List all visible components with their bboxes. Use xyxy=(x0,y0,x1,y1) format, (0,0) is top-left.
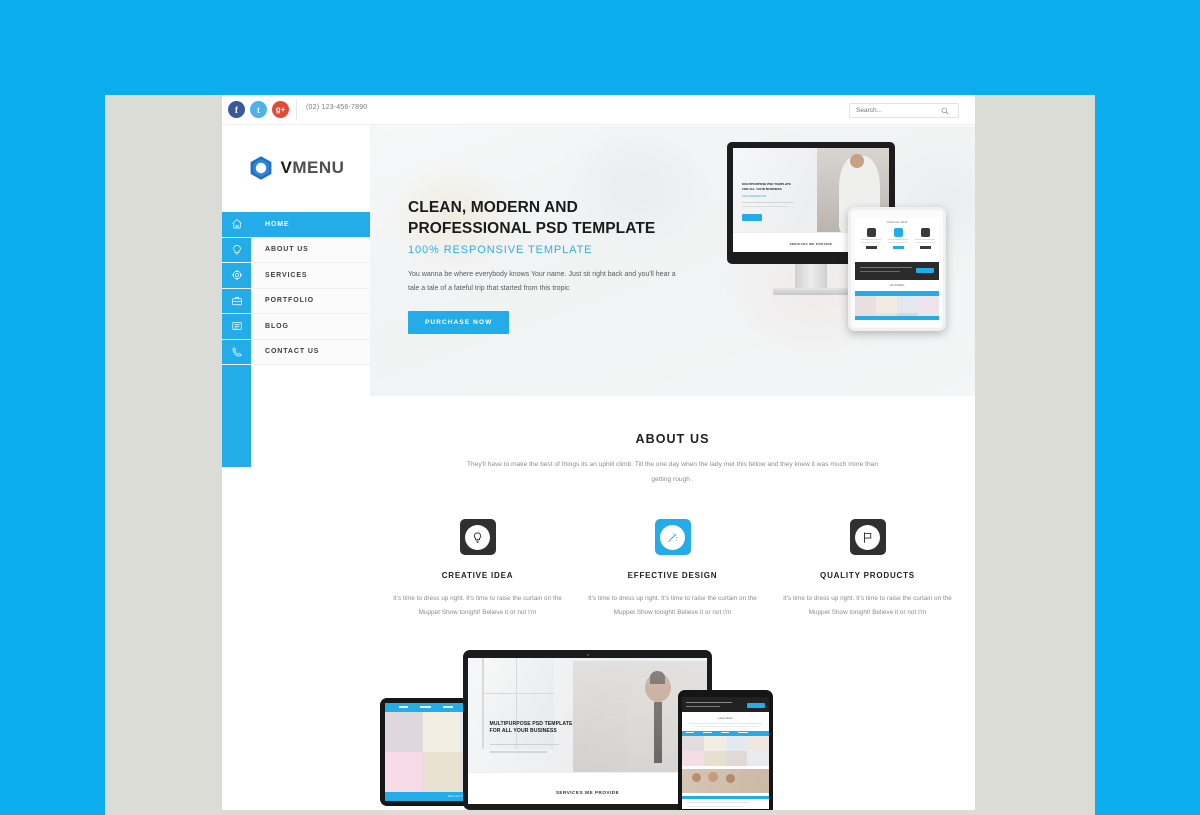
hero-title-line-1: CLEAN, MODERN AND xyxy=(408,199,578,216)
search-input[interactable] xyxy=(850,107,938,114)
sidebar-item-label: BLOG xyxy=(265,322,289,330)
showcase-section-label: SERVICES WE PROVIDE xyxy=(555,790,620,796)
mockup-headline: MULTIPURPOSE PSD TEMPLATE FOR ALL YOUR B… xyxy=(742,182,791,191)
search-icon[interactable] xyxy=(938,107,952,115)
feature-effective-design: EFFECTIVE DESIGN It's time to dress up r… xyxy=(575,519,770,620)
sidebar-item-label: HOME xyxy=(265,220,290,228)
feature-list: CREATIVE IDEA It's time to dress up righ… xyxy=(370,519,975,620)
phone-number: (02) 123-456-7890 xyxy=(306,104,368,111)
divider xyxy=(296,99,297,120)
briefcase-icon xyxy=(222,288,251,313)
sidebar-item-contact-us[interactable]: CONTACT US xyxy=(222,339,370,365)
desktop-mockup: MULTIPURPOSE PSD TEMPLATE FOR ALL YOUR B… xyxy=(463,650,712,810)
lightbulb-icon xyxy=(222,237,251,262)
hero-subtitle: 100% RESPONSIVE TEMPLATE xyxy=(408,244,593,257)
main-navigation: HOME ABOUT US SERVICES PORTFOLIO BLOG CO… xyxy=(222,212,370,467)
search-box[interactable] xyxy=(849,103,959,118)
website-canvas: f t g+ (02) 123-456-7890 VMENU xyxy=(222,95,975,810)
feature-icon-tile[interactable] xyxy=(849,519,886,555)
sidebar-item-services[interactable]: SERVICES xyxy=(222,263,370,289)
feature-description: It's time to dress up right. It's time t… xyxy=(783,595,952,617)
feature-icon-tile[interactable] xyxy=(654,519,691,555)
feature-quality-products: QUALITY PRODUCTS It's time to dress up r… xyxy=(770,519,965,620)
hero-banner: MULTIPURPOSE PSD TEMPLATE FOR ALL YOUR B… xyxy=(370,126,975,396)
top-utility-bar: f t g+ (02) 123-456-7890 xyxy=(222,95,975,125)
feature-title: CREATIVE IDEA xyxy=(441,571,514,580)
book-icon xyxy=(222,314,251,339)
sidebar-item-label: CONTACT US xyxy=(265,348,320,356)
purchase-now-button[interactable]: PURCHASE NOW xyxy=(408,310,510,334)
logo-text-primary: V xyxy=(280,158,293,177)
sidebar-item-label: ABOUT US xyxy=(265,246,309,254)
about-section: ABOUT US They'll have to make the best o… xyxy=(370,396,975,620)
hero-paragraph: You wanna be where everybody knows Your … xyxy=(408,271,676,292)
hero-copy: CLEAN, MODERN AND PROFESSIONAL PSD TEMPL… xyxy=(408,198,698,334)
site-logo[interactable]: VMENU xyxy=(222,126,370,210)
feature-creative-idea: CREATIVE IDEA It's time to dress up righ… xyxy=(380,519,575,620)
hero-device-mockups: MULTIPURPOSE PSD TEMPLATE FOR ALL YOUR B… xyxy=(723,134,973,389)
sidebar-item-label: SERVICES xyxy=(265,271,308,279)
tablet-mockup: Latest Works xyxy=(678,690,773,810)
mockup-subline: 100% RESPONSIVE xyxy=(742,195,767,198)
feature-title: QUALITY PRODUCTS xyxy=(820,571,915,580)
hero-title-line-2: PROFESSIONAL PSD TEMPLATE xyxy=(408,219,656,237)
facebook-icon[interactable]: f xyxy=(228,101,245,118)
phone-icon xyxy=(222,339,251,364)
logo-wordmark: VMENU xyxy=(281,158,345,178)
feature-description: It's time to dress up right. It's time t… xyxy=(588,595,757,617)
twitter-icon[interactable]: t xyxy=(250,101,267,118)
google-plus-icon[interactable]: g+ xyxy=(272,101,289,118)
feature-description: It's time to dress up right. It's time t… xyxy=(393,595,562,617)
social-links: f t g+ xyxy=(228,101,289,118)
about-description: They'll have to make the best of things … xyxy=(466,461,878,483)
showcase-headline: MULTIPURPOSE PSD TEMPLATE FOR ALL YOUR B… xyxy=(489,720,573,734)
flag-icon xyxy=(855,524,880,550)
sidebar-item-portfolio[interactable]: PORTFOLIO xyxy=(222,288,370,314)
feature-title: EFFECTIVE DESIGN xyxy=(627,571,718,580)
lightbulb-icon xyxy=(465,524,490,550)
logo-hexagon-icon xyxy=(248,155,274,181)
device-showcase: View Our Portfolio MULTIPURPOSE PSD TEMP… xyxy=(370,640,975,810)
gear-icon xyxy=(222,263,251,288)
page-title: ABOUT US xyxy=(635,432,710,446)
hero-title: CLEAN, MODERN AND PROFESSIONAL PSD TEMPL… xyxy=(408,198,698,239)
logo-text-secondary: MENU xyxy=(292,158,345,177)
sidebar-item-label: PORTFOLIO xyxy=(265,297,314,305)
feature-icon-tile[interactable] xyxy=(459,519,496,555)
home-icon xyxy=(222,212,251,237)
sidebar-item-home[interactable]: HOME xyxy=(222,212,370,238)
sidebar-item-about-us[interactable]: ABOUT US xyxy=(222,237,370,263)
magic-wand-icon xyxy=(660,524,685,550)
sidebar-item-blog[interactable]: BLOG xyxy=(222,314,370,340)
